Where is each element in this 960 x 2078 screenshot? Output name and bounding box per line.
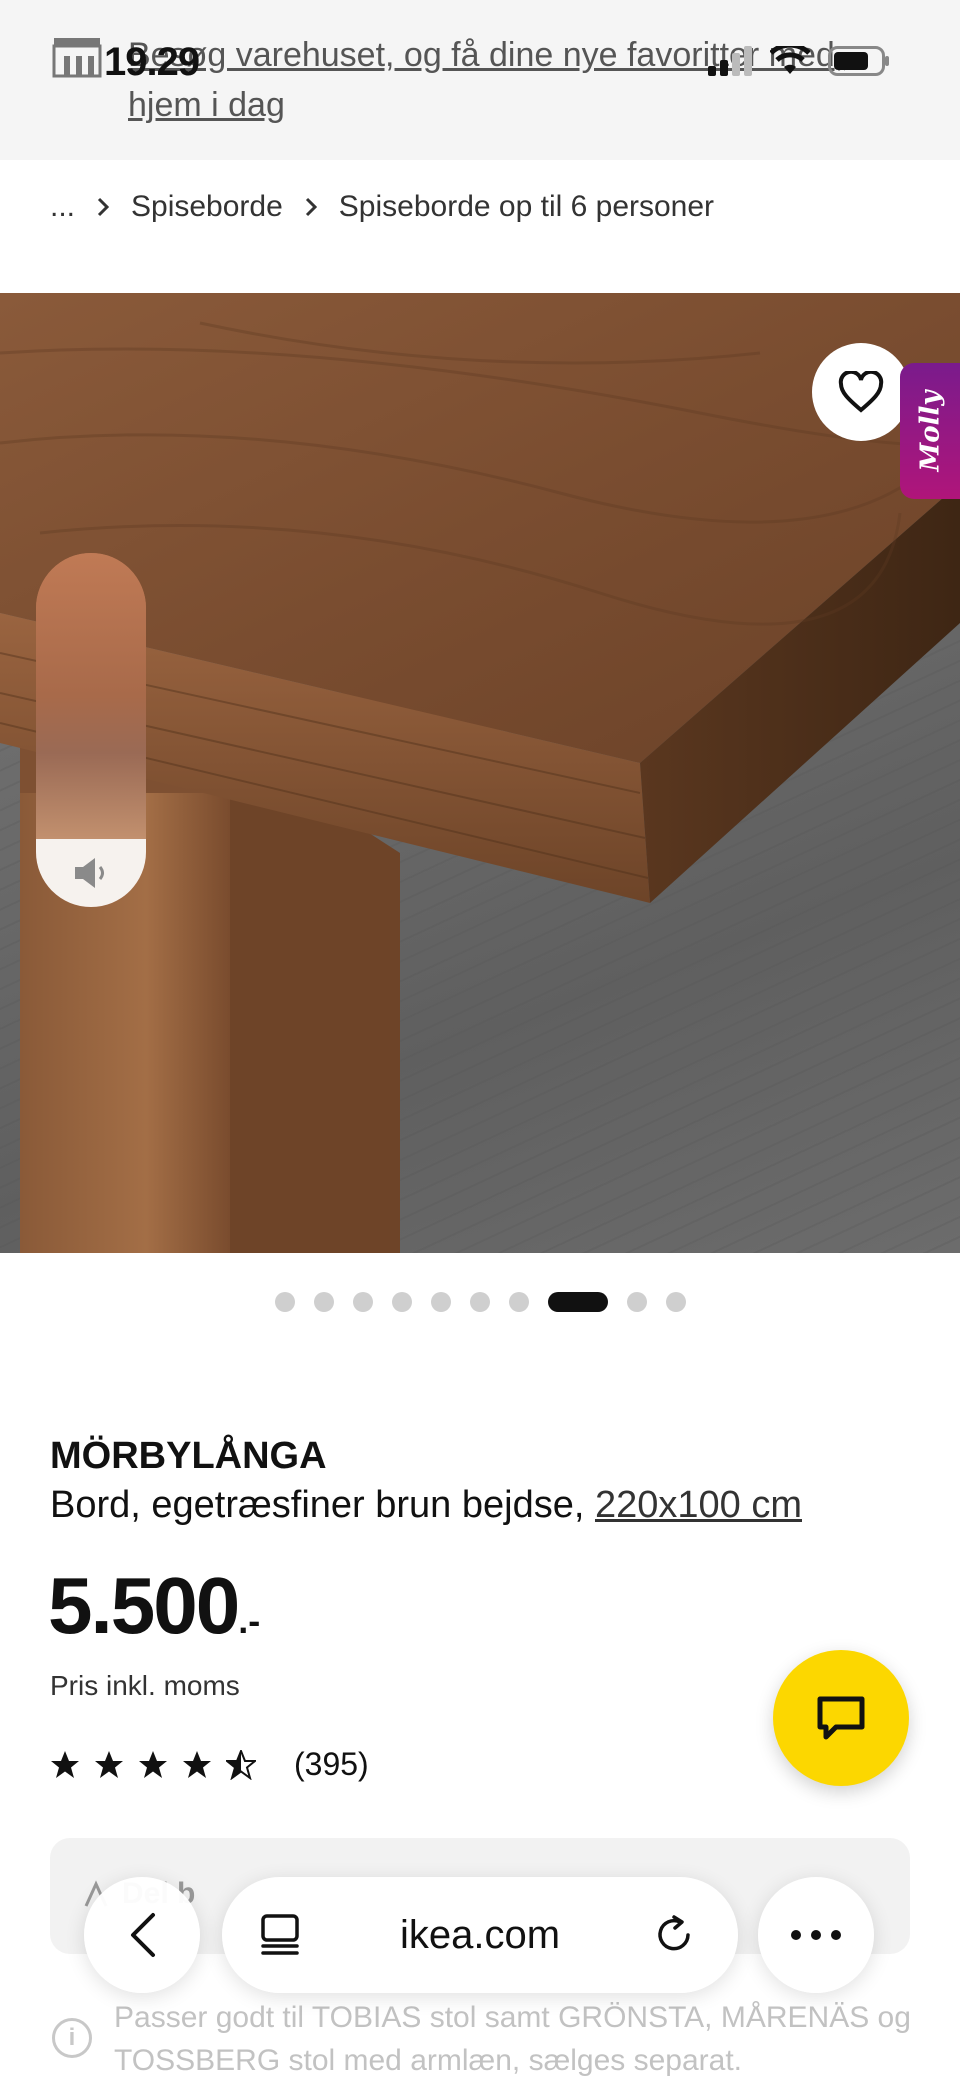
carousel-dot[interactable]	[274, 1292, 295, 1312]
chat-icon	[817, 1696, 865, 1740]
star-icon	[95, 1750, 123, 1778]
compatibility-note: Passer godt til TOBIAS stol samt GRÖNSTA…	[114, 2001, 911, 2077]
rating-stars	[50, 1749, 256, 1780]
carousel-dot[interactable]	[352, 1292, 373, 1312]
star-icon	[183, 1750, 211, 1778]
price-note: Pris inkl. moms	[50, 1670, 240, 1701]
reload-icon[interactable]	[652, 1913, 696, 1957]
store-icon	[52, 38, 102, 78]
price-suffix: .-	[238, 1600, 261, 1641]
chevron-right-icon	[97, 197, 110, 217]
status-time: 19.29	[104, 40, 200, 84]
carousel-dot[interactable]	[469, 1292, 490, 1312]
battery-icon	[828, 46, 889, 76]
rating-count: (395)	[294, 1746, 369, 1782]
star-icon	[51, 1750, 79, 1778]
breadcrumb: ... Spiseborde Spiseborde op til 6 perso…	[50, 190, 714, 224]
speaker-icon	[75, 858, 104, 888]
store-visit-link[interactable]: Besøg varehuset, og få dine nye favoritt…	[128, 30, 908, 130]
favorite-button[interactable]	[812, 343, 910, 441]
signal-icon	[708, 46, 752, 76]
more-icon	[791, 1930, 841, 1940]
product-description-text: Bord, egetræsfiner brun bejdse,	[50, 1484, 585, 1526]
product-name: MÖRBYLÅNGA	[50, 1435, 327, 1477]
carousel-dot[interactable]	[626, 1292, 647, 1312]
star-icon	[139, 1750, 167, 1778]
wifi-icon	[770, 46, 810, 74]
carousel-dot-active[interactable]	[547, 1292, 608, 1312]
heart-icon	[838, 371, 884, 413]
product-description: Bord, egetræsfiner brun bejdse, 220x100 …	[50, 1484, 802, 1527]
status-icons	[708, 46, 890, 76]
back-icon	[131, 1913, 155, 1957]
product-image[interactable]: Molly	[0, 293, 960, 1253]
molly-assistant-tab[interactable]: Molly	[900, 363, 960, 499]
product-rating[interactable]: (395)	[50, 1746, 369, 1783]
carousel-dot[interactable]	[430, 1292, 451, 1312]
star-icon	[226, 1749, 256, 1780]
browser-more-button[interactable]	[758, 1877, 874, 1993]
carousel-dot[interactable]	[665, 1292, 686, 1312]
carousel-dot[interactable]	[508, 1292, 529, 1312]
video-preview[interactable]	[36, 553, 146, 907]
breadcrumb-ellipsis[interactable]: ...	[50, 190, 75, 224]
molly-label: Molly	[915, 390, 946, 472]
product-price: 5.500.-	[48, 1560, 260, 1652]
price-value: 5.500	[48, 1561, 240, 1650]
top-banner: Besøg varehuset, og få dine nye favoritt…	[0, 0, 960, 160]
mute-toggle[interactable]	[36, 839, 146, 907]
breadcrumb-item-dining-tables[interactable]: Spiseborde	[131, 190, 283, 224]
breadcrumb-item-tables-6-persons[interactable]: Spiseborde op til 6 personer	[339, 190, 714, 224]
chevron-right-icon	[305, 197, 317, 217]
video-thumbnail	[36, 553, 146, 839]
browser-address-bar[interactable]: ikea.com	[222, 1877, 738, 1993]
product-size-link[interactable]: 220x100 cm	[595, 1484, 802, 1526]
image-carousel-indicator	[0, 1292, 960, 1312]
carousel-dot[interactable]	[391, 1292, 412, 1312]
chat-button[interactable]	[773, 1650, 909, 1786]
browser-back-button[interactable]	[84, 1877, 200, 1993]
carousel-dot[interactable]	[313, 1292, 334, 1312]
info-icon: i	[52, 2018, 92, 2058]
